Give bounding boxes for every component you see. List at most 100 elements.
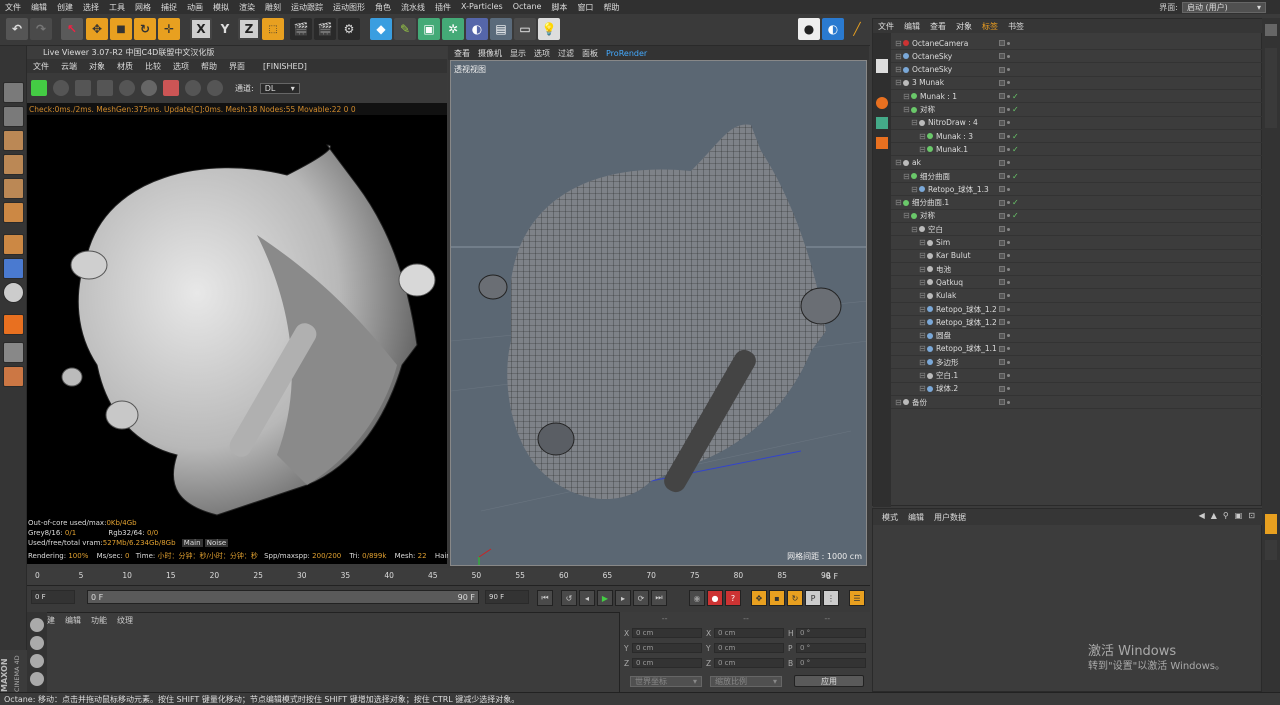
size-field[interactable]: 0 cm: [714, 628, 784, 638]
settings-icon[interactable]: [141, 80, 157, 96]
light-icon[interactable]: 💡: [538, 18, 560, 40]
expand-toggle-icon[interactable]: ⊟: [903, 105, 910, 114]
layer-icon[interactable]: [999, 53, 1005, 60]
layer-icon[interactable]: [999, 226, 1005, 233]
timeline-ruler[interactable]: 0 5 10 15 20 25 30 35 40 45 50 55 60 65 70 75 80 85 90: [27, 568, 870, 586]
object-row[interactable]: ⊟ 3 Munak: [891, 77, 1263, 90]
material-menu-item[interactable]: 纹理: [117, 615, 133, 626]
visibility-dot-icon[interactable]: [1007, 360, 1010, 364]
apply-button[interactable]: 应用: [794, 675, 864, 687]
menu-item[interactable]: 捕捉: [156, 2, 182, 13]
render-region-icon[interactable]: 🎬: [314, 18, 336, 40]
layer-icon[interactable]: [999, 199, 1005, 206]
viewport-canvas[interactable]: 透视视图 网格间距 : 1000 cm: [450, 60, 867, 566]
key-move-icon[interactable]: ✥: [751, 590, 767, 606]
attribute-manager-tab[interactable]: 编辑: [903, 512, 929, 523]
layer-icon[interactable]: [999, 186, 1005, 193]
layer-icon[interactable]: [999, 292, 1005, 299]
layer-icon[interactable]: [999, 266, 1005, 273]
record-off-icon[interactable]: ◉: [689, 590, 705, 606]
camera-icon[interactable]: ▭: [514, 18, 536, 40]
live-viewer-menu-item[interactable]: 比较: [139, 61, 167, 72]
enabled-check-icon[interactable]: ✓: [1012, 211, 1019, 220]
object-row[interactable]: ⊟ ak: [891, 157, 1263, 170]
end-frame-field[interactable]: 90 F: [485, 590, 529, 604]
layer-icon[interactable]: [999, 239, 1005, 246]
texture-mode-icon[interactable]: [3, 106, 24, 127]
layer-icon[interactable]: [999, 146, 1005, 153]
layer-icon[interactable]: [999, 106, 1005, 113]
object-manager-tab[interactable]: 书签: [1003, 21, 1029, 32]
key-pla-icon[interactable]: ⋮: [823, 590, 839, 606]
goto-end-icon[interactable]: ⏭: [651, 590, 667, 606]
menu-item[interactable]: 渲染: [234, 2, 260, 13]
object-row[interactable]: ⊟ 对称 ✓: [891, 104, 1263, 117]
live-viewer-menu-item[interactable]: 对象: [83, 61, 111, 72]
menu-item[interactable]: 流水线: [396, 2, 430, 13]
attribute-manager-tab[interactable]: 用户数据: [929, 512, 971, 523]
object-row[interactable]: ⊟ Munak.1 ✓: [891, 143, 1263, 157]
layer-icon[interactable]: [999, 399, 1005, 406]
channel-select[interactable]: DL ▾: [259, 82, 300, 94]
menu-item[interactable]: 脚本: [546, 2, 572, 13]
visibility-dot-icon[interactable]: [1007, 108, 1010, 111]
expand-toggle-icon[interactable]: ⊟: [895, 52, 902, 61]
expand-toggle-icon[interactable]: ⊟: [919, 251, 926, 260]
menu-item[interactable]: 工具: [104, 2, 130, 13]
viewport-menu-item[interactable]: 摄像机: [474, 48, 506, 59]
menu-item[interactable]: 雕刻: [260, 2, 286, 13]
attribute-side-tab[interactable]: [1265, 514, 1277, 534]
enabled-check-icon[interactable]: ✓: [1012, 105, 1019, 114]
subdivision-icon[interactable]: ▣: [418, 18, 440, 40]
menu-item[interactable]: 帮助: [598, 2, 624, 13]
expand-toggle-icon[interactable]: ⊟: [919, 291, 926, 300]
object-row[interactable]: ⊟ Retopo_球体_1.2: [891, 303, 1263, 316]
frame-range-slider[interactable]: 0 F 90 F: [87, 590, 479, 604]
visibility-dot-icon[interactable]: [1007, 94, 1010, 98]
object-row[interactable]: ⊟ Kulak: [891, 290, 1263, 303]
menu-item[interactable]: 运动跟踪: [286, 2, 328, 13]
coordinate-system-icon[interactable]: ⬚: [262, 18, 284, 40]
rotation-field[interactable]: 0 °: [796, 628, 866, 638]
layer-icon[interactable]: [999, 66, 1005, 73]
expand-toggle-icon[interactable]: ⊟: [895, 78, 902, 87]
object-row[interactable]: ⊟ OctaneSky: [891, 50, 1263, 64]
object-row[interactable]: ⊟ Retopo_球体_1.1: [891, 343, 1263, 356]
expand-toggle-icon[interactable]: ⊟: [895, 398, 902, 407]
z-axis-icon[interactable]: Z: [238, 18, 260, 40]
menu-item[interactable]: 选择: [78, 2, 104, 13]
visibility-dot-icon[interactable]: [1007, 347, 1010, 351]
enabled-check-icon[interactable]: ✓: [1012, 198, 1019, 207]
prev-key-icon[interactable]: ↺: [561, 590, 577, 606]
cube-icon[interactable]: ◆: [370, 18, 392, 40]
next-key-icon[interactable]: ⟳: [633, 590, 649, 606]
visibility-dot-icon[interactable]: [1007, 374, 1010, 377]
menu-item[interactable]: 编辑: [26, 2, 52, 13]
menu-item[interactable]: 窗口: [572, 2, 598, 13]
expand-toggle-icon[interactable]: ⊟: [903, 211, 910, 220]
layer-icon[interactable]: [999, 252, 1005, 259]
menu-item[interactable]: 模拟: [208, 2, 234, 13]
color-pick-icon[interactable]: [163, 80, 179, 96]
layer-icon[interactable]: [999, 79, 1005, 86]
object-row[interactable]: ⊟ OctaneCamera: [891, 37, 1263, 50]
menu-item[interactable]: 创建: [52, 2, 78, 13]
mat-pick-icon[interactable]: [207, 80, 223, 96]
snap-icon[interactable]: [3, 282, 24, 303]
material-icon[interactable]: [30, 654, 44, 668]
layer-icon[interactable]: [999, 345, 1005, 352]
next-frame-icon[interactable]: ▸: [615, 590, 631, 606]
visibility-dot-icon[interactable]: [1007, 201, 1010, 205]
viewport-menu-item[interactable]: 显示: [506, 48, 530, 59]
goto-start-icon[interactable]: ⏮: [537, 590, 553, 606]
octane-env-icon[interactable]: ◐: [822, 18, 844, 40]
object-row[interactable]: ⊟ 电池: [891, 263, 1263, 277]
enabled-check-icon[interactable]: ✓: [1012, 172, 1019, 181]
expand-toggle-icon[interactable]: ⊟: [911, 185, 918, 194]
position-field[interactable]: 0 cm: [632, 628, 702, 638]
live-viewer-menu-item[interactable]: 帮助: [195, 61, 223, 72]
floor-icon[interactable]: ▤: [490, 18, 512, 40]
expand-toggle-icon[interactable]: ⊟: [919, 305, 926, 314]
object-row[interactable]: ⊟ NitroDraw : 4: [891, 117, 1263, 130]
object-row[interactable]: ⊟ 多边形: [891, 356, 1263, 370]
